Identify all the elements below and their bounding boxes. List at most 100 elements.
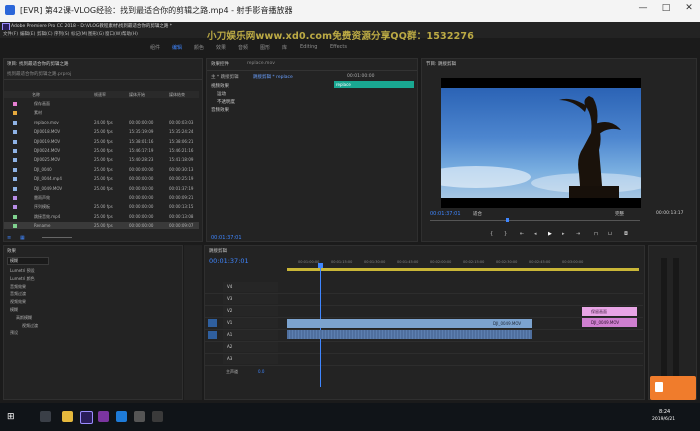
- effects-tree-item[interactable]: 音频效果: [10, 284, 26, 290]
- label-color-swatch: [13, 167, 17, 172]
- program-tab[interactable]: 节目: 跳接剪辑: [426, 61, 456, 67]
- transport-controls: { } ⇤ ◂ ▶ ▸ ⇥ ⊓ ⊔ ◘: [490, 231, 650, 239]
- effects-search-input[interactable]: 模糊: [7, 257, 49, 265]
- project-item-row[interactable]: 序列模板 25.00 fps 00:00:00:00 00:00:13:15: [4, 203, 199, 210]
- workspace-tab[interactable]: 颜色: [194, 44, 204, 51]
- icon-view-icon[interactable]: ▦: [20, 235, 28, 241]
- clip-a1[interactable]: [287, 330, 532, 339]
- clip-tab[interactable]: replace.mov: [247, 61, 275, 66]
- effects-tree-item[interactable]: Lumetri 颜色: [10, 276, 35, 282]
- fit-select[interactable]: 适合: [473, 211, 482, 217]
- work-area-bar[interactable]: [287, 268, 639, 271]
- workspace-tab[interactable]: 编辑: [172, 44, 182, 51]
- menu-clip[interactable]: 剪辑(C): [37, 31, 53, 37]
- menu-marker[interactable]: 标记(M): [71, 31, 87, 37]
- track-header[interactable]: V1: [223, 318, 278, 328]
- item-start: 00:00:00:00: [129, 223, 154, 229]
- item-fps: 25.00 fps: [94, 166, 113, 172]
- camera-icon[interactable]: ◘: [624, 231, 628, 237]
- project-item-row[interactable]: DJI0025.MOV 25.00 fps 15:40:28:23 15:41:…: [4, 156, 199, 163]
- project-item-row[interactable]: DJI_0049.MOV 25.00 fps 00:00:00:00 00:01…: [4, 185, 199, 192]
- menu-help[interactable]: 帮助(H): [122, 31, 138, 37]
- quality-select[interactable]: 完整: [615, 211, 624, 217]
- project-item-row[interactable]: replace.mov 24.00 fps 00:00:00:00 00:00:…: [4, 119, 199, 126]
- project-item-row[interactable]: DJI0018.MOV 25.00 fps 15:35:19:09 15:35:…: [4, 128, 199, 135]
- app-icon-blue[interactable]: [116, 411, 127, 422]
- track-header[interactable]: A2: [223, 342, 278, 352]
- app-icon-dark[interactable]: [152, 411, 163, 422]
- label-color-swatch: [13, 224, 17, 229]
- project-item-row[interactable]: DJI_0040 25.00 fps 00:00:00:00 00:00:30:…: [4, 166, 199, 173]
- workspace-tab[interactable]: 图形: [260, 44, 270, 51]
- minimize-button[interactable]: —: [638, 3, 648, 15]
- lift-icon[interactable]: ⊓: [594, 231, 598, 237]
- zoom-slider[interactable]: [42, 237, 72, 238]
- project-tab[interactable]: 项目: 找到最适合你的剪辑之路: [7, 61, 68, 67]
- playhead-handle[interactable]: [318, 263, 323, 268]
- project-item-row[interactable]: DJI0019.MOV 25.00 fps 15:38:01:16 15:38:…: [4, 138, 199, 145]
- project-item-row[interactable]: DJI0024.MOV 25.00 fps 15:46:17:19 15:46:…: [4, 147, 199, 154]
- project-item-row[interactable]: Rename 25.00 fps 00:00:00:00 00:00:09:07: [4, 222, 199, 230]
- go-to-in-icon[interactable]: ⇤: [520, 231, 524, 237]
- workspace-tab[interactable]: 效果: [216, 44, 226, 51]
- effects-tree-item[interactable]: 视频效果: [10, 299, 26, 305]
- task-view-icon[interactable]: [40, 411, 51, 422]
- go-to-out-icon[interactable]: ⇥: [576, 231, 580, 237]
- menu-sequence[interactable]: 序列(S): [54, 31, 69, 37]
- track-header[interactable]: V2: [223, 306, 278, 316]
- mark-in-icon[interactable]: {: [490, 231, 493, 237]
- workspace-tab[interactable]: Editing: [300, 44, 317, 50]
- step-back-icon[interactable]: ◂: [534, 231, 537, 237]
- timeline-tab[interactable]: 跳接剪辑: [209, 248, 227, 254]
- effect-controls-tab[interactable]: 效果控件: [211, 61, 229, 67]
- effects-tree-item[interactable]: 高斯模糊: [16, 315, 32, 321]
- effects-tree-item[interactable]: 模糊: [10, 307, 18, 313]
- explorer-icon[interactable]: [62, 411, 73, 422]
- program-playhead[interactable]: [506, 218, 509, 222]
- notification-popup[interactable]: [650, 376, 696, 400]
- effects-tree-item[interactable]: 音频过渡: [10, 291, 26, 297]
- project-item-row[interactable]: 素材: [4, 109, 199, 116]
- track-header[interactable]: V3: [223, 294, 278, 304]
- menu-window[interactable]: 窗口(W): [105, 31, 122, 37]
- program-timecode: 00:01:37:01: [430, 211, 461, 217]
- effects-tree-item[interactable]: 视频过渡: [22, 323, 38, 329]
- label-color-swatch: [13, 102, 17, 106]
- list-view-icon[interactable]: ≡: [7, 235, 15, 241]
- program-scrubber[interactable]: [430, 220, 640, 221]
- menu-edit[interactable]: 编辑(E): [20, 31, 35, 37]
- label-color-swatch: [13, 177, 17, 182]
- step-forward-icon[interactable]: ▸: [562, 231, 565, 237]
- project-item-row[interactable]: 保存画面: [4, 100, 199, 107]
- clip-right-2[interactable]: DJI_0049.MOV: [582, 318, 637, 327]
- start-icon[interactable]: ⊞: [7, 412, 15, 422]
- project-item-row[interactable]: DJI_0044.mp4 25.00 fps 00:00:00:00 00:00…: [4, 175, 199, 182]
- track-header[interactable]: A1: [223, 330, 278, 340]
- effects-tab[interactable]: 效果: [7, 248, 16, 254]
- workspace-tab[interactable]: Effects: [330, 44, 347, 50]
- mark-out-icon[interactable]: }: [504, 231, 507, 237]
- play-icon[interactable]: ▶: [548, 231, 552, 237]
- close-button[interactable]: ✕: [684, 3, 694, 15]
- workspace-tab[interactable]: 组件: [150, 44, 160, 51]
- workspace-tab[interactable]: 库: [282, 44, 287, 51]
- effects-tree-item[interactable]: Lumetri 预设: [10, 268, 35, 274]
- workspace-tab[interactable]: 音频: [238, 44, 248, 51]
- project-item-row[interactable]: 雷雨声效 00:00:00:00 00:00:09:21: [4, 194, 199, 201]
- extract-icon[interactable]: ⊔: [608, 231, 612, 237]
- ruler-tick-label: 00:02:30:00: [496, 260, 518, 264]
- maximize-button[interactable]: □: [661, 3, 671, 15]
- clip-v1[interactable]: DJI_0049.MOV: [287, 319, 532, 328]
- track-header[interactable]: A3: [223, 354, 278, 364]
- premiere-taskbar-icon[interactable]: [80, 411, 93, 424]
- effects-tree-item[interactable]: 预设: [10, 330, 18, 336]
- app-icon-gray[interactable]: [134, 411, 145, 422]
- track-header[interactable]: V4: [223, 282, 278, 292]
- item-end: 15:41:18:09: [169, 157, 194, 163]
- media-player-icon[interactable]: [98, 411, 109, 422]
- master-volume-value[interactable]: 0.0: [258, 369, 264, 374]
- project-item-row[interactable]: 跳接音效.mp4 25.00 fps 00:00:00:00 00:00:13:…: [4, 213, 199, 220]
- clip-right-1[interactable]: 保留画面: [582, 307, 637, 316]
- menu-file[interactable]: 文件(F): [3, 31, 18, 37]
- menu-graphics[interactable]: 图形(G): [88, 31, 104, 37]
